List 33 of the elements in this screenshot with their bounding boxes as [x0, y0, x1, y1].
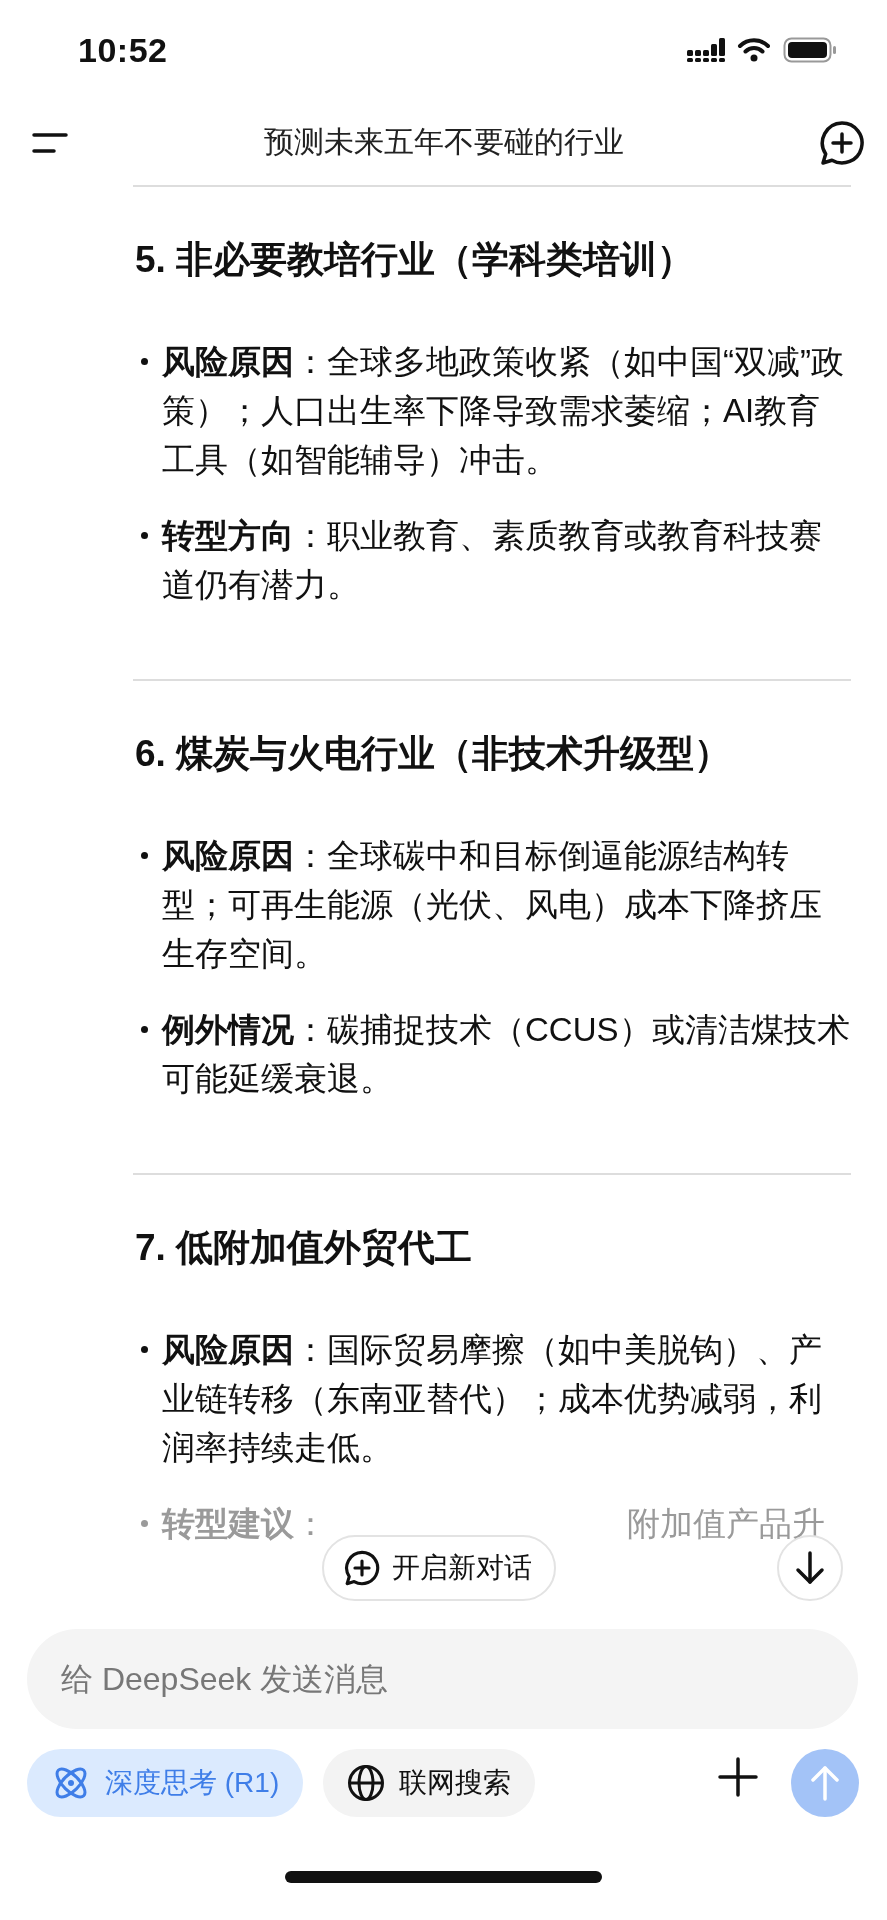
bullet-icon	[141, 852, 148, 859]
signal-icon	[687, 38, 725, 62]
section-heading: 5. 非必要教培行业（学科类培训）	[135, 238, 696, 282]
status-time: 10:52	[78, 30, 168, 70]
bullet-icon	[141, 1346, 148, 1353]
message-input[interactable]: 给 DeepSeek 发送消息	[27, 1629, 858, 1729]
menu-button[interactable]	[32, 131, 68, 154]
toggle-chip[interactable]: 联网搜索	[323, 1749, 536, 1817]
plus-icon	[718, 1757, 758, 1797]
section-heading: 6. 煤炭与火电行业（非技术升级型）	[135, 732, 733, 776]
conversation-title: 预测未来五年不要碰的行业	[263, 124, 624, 160]
menu-icon	[32, 131, 68, 154]
down-arrow-icon	[795, 1551, 825, 1585]
bullet-text: 风险原因：国际贸易摩擦（如中美脱钩）、产业链转移（东南亚替代）；成本优势减弱，利润率持续走低。	[162, 1330, 823, 1468]
attach-button[interactable]	[718, 1757, 758, 1797]
new-chat-button[interactable]	[819, 119, 865, 166]
globe-icon	[347, 1764, 386, 1802]
bullet-icon	[141, 532, 148, 539]
new-chat-button[interactable]: 开启新对话	[322, 1535, 556, 1601]
bullet-text: 附加值产品升	[627, 1504, 825, 1544]
bullet-text: 转型方向：职业教育、素质教育或教育科技赛道仍有潜力。	[162, 516, 823, 605]
section-heading: 7. 低附加值外贸代工	[135, 1226, 474, 1270]
bullet-icon	[141, 1520, 148, 1527]
chat-plus-icon	[344, 1550, 380, 1586]
up-arrow-icon	[810, 1764, 840, 1802]
battery-icon	[783, 37, 837, 63]
chat-plus-icon	[819, 119, 865, 166]
bullet-text: 风险原因：全球多地政策收紧（如中国“双减”政策）；人口出生率下降导致需求萎缩；AI教育工具（如智能辅导）冲击。	[162, 342, 845, 480]
bullet-icon	[141, 1026, 148, 1033]
wifi-icon	[737, 37, 771, 63]
bullet-text: 例外情况：碳捕捉技术（CCUS）或清洁煤技术可能延缓衰退。	[162, 1010, 851, 1099]
bullet-text: 风险原因：全球碳中和目标倒逼能源结构转型；可再生能源（光伏、风电）成本下降挤压生存空间。	[162, 836, 823, 974]
bullet-icon	[141, 358, 148, 365]
